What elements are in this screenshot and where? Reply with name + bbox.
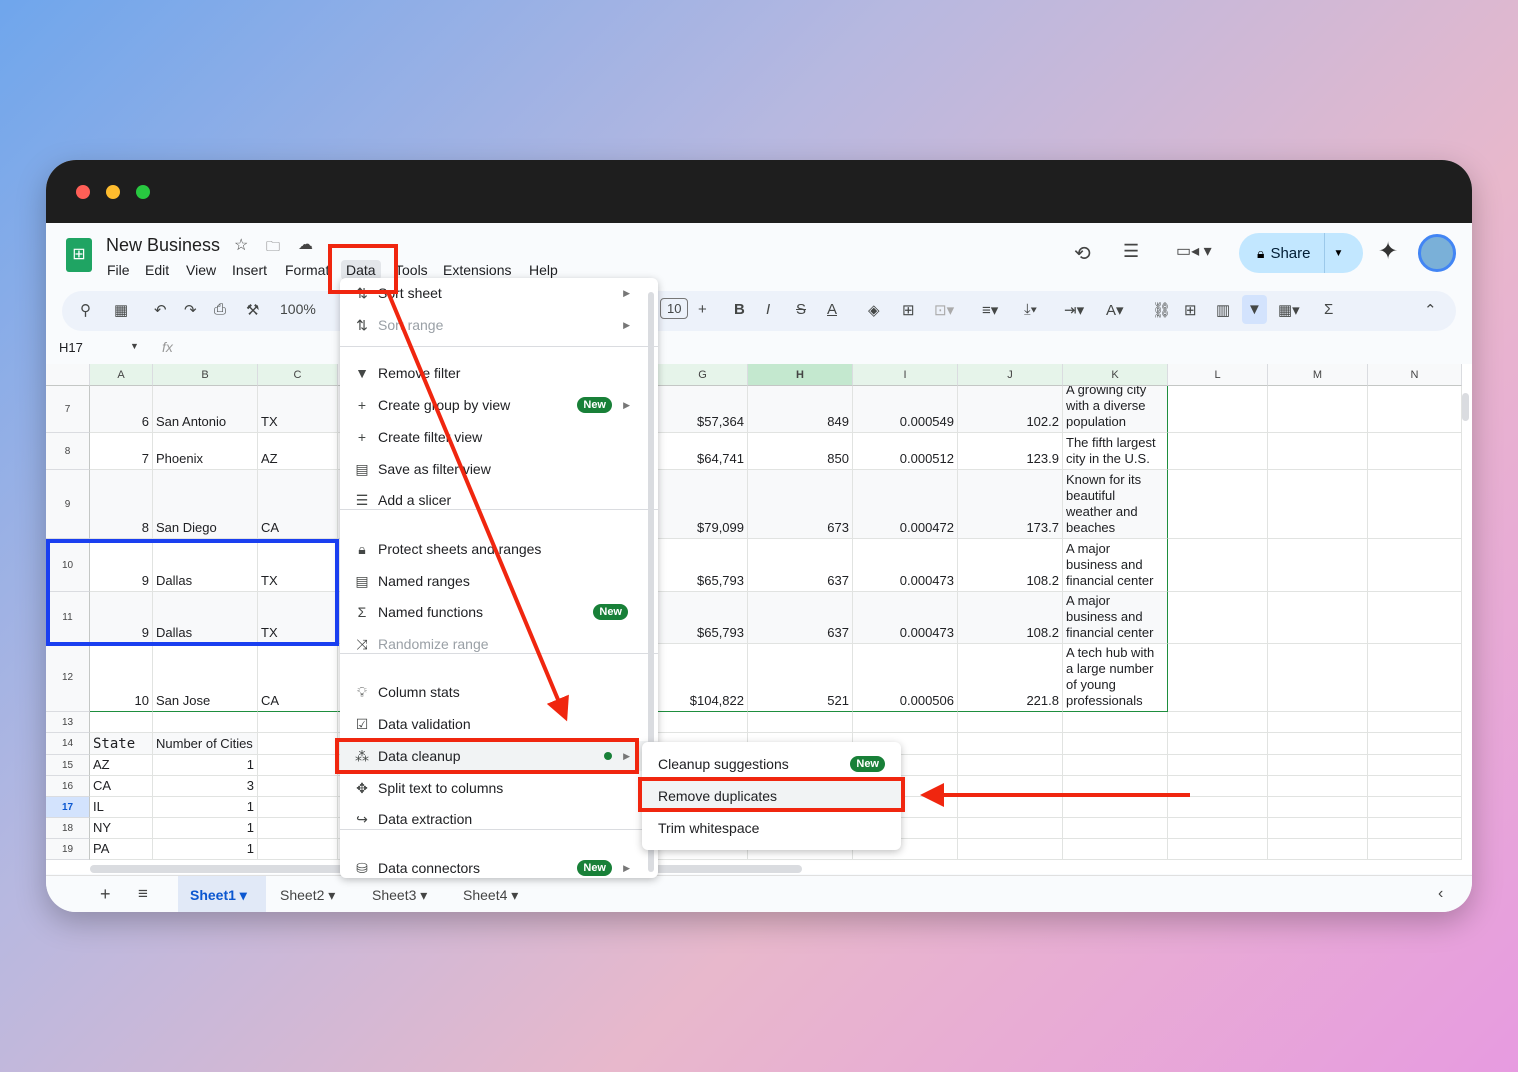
annotation-overlay: [46, 244, 1190, 812]
remove-duplicates-highlight-box: [638, 777, 905, 812]
data-cleanup-highlight-box: [335, 738, 639, 774]
duplicate-rows-highlight-box: [46, 539, 339, 646]
annotation-arrow-down: [386, 291, 569, 722]
data-menu-highlight-box: [328, 244, 398, 294]
